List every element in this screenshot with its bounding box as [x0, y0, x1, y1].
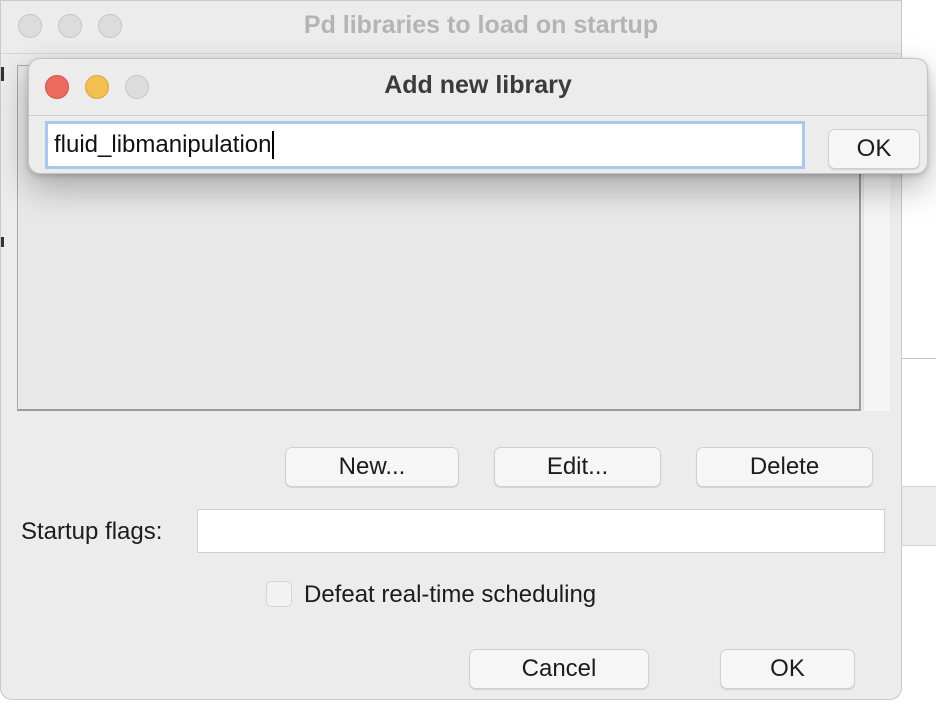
clipped-edge-mark [1, 237, 4, 247]
delete-button[interactable]: Delete [696, 447, 873, 487]
main-titlebar: Pd libraries to load on startup [1, 1, 901, 54]
edit-button[interactable]: Edit... [494, 447, 661, 487]
dialog-ok-button[interactable]: OK [828, 129, 920, 169]
defeat-realtime-label: Defeat real-time scheduling [304, 581, 597, 608]
background-panel [902, 486, 936, 546]
dialog-title: Add new library [384, 71, 572, 99]
text-caret [272, 131, 275, 159]
background-divider [902, 358, 936, 359]
startup-flags-input[interactable] [197, 509, 885, 553]
startup-flags-label: Startup flags: [21, 518, 163, 545]
cancel-button[interactable]: Cancel [469, 649, 649, 689]
dialog-titlebar: Add new library [29, 59, 927, 116]
add-library-dialog: Add new library fluid_libmanipulation OK [28, 58, 928, 174]
window-title: Pd libraries to load on startup [303, 11, 659, 39]
new-button[interactable]: New... [285, 447, 459, 487]
clipped-edge-mark [1, 67, 4, 81]
defeat-realtime-checkbox[interactable] [266, 581, 292, 607]
library-name-value: fluid_libmanipulation [54, 131, 272, 158]
library-name-input[interactable]: fluid_libmanipulation [45, 121, 805, 169]
ok-button[interactable]: OK [720, 649, 855, 689]
